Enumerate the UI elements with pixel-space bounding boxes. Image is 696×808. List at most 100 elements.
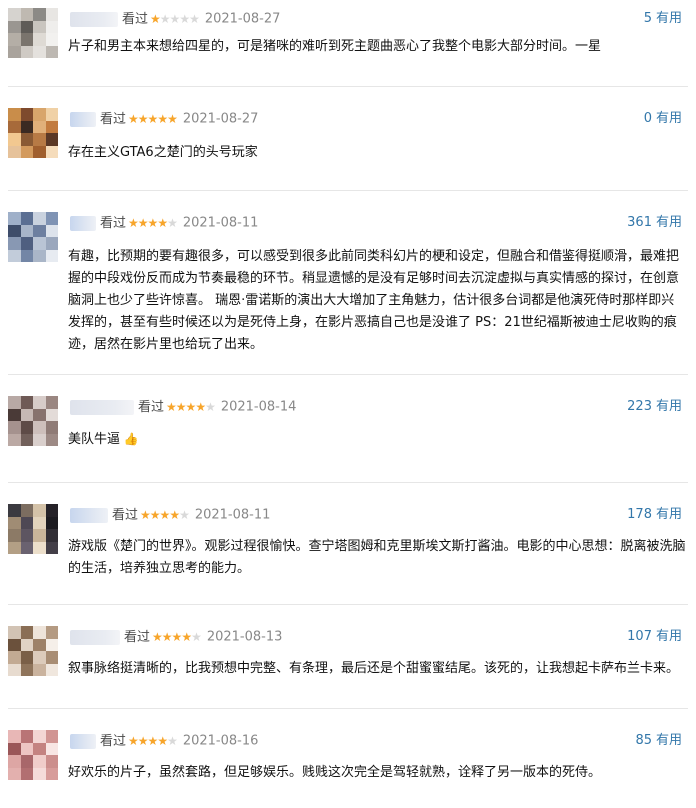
useful-button[interactable]: 有用: [656, 399, 682, 414]
review-content: 好欢乐的片子，虽然套路，但足够娱乐。贱贱这次完全是驾轻就熟，诠释了另一版本的死侍…: [68, 762, 686, 784]
review-content: 游戏版《楚门的世界》。观影过程很愉快。查宁塔图姆和克里斯埃文斯打酱油。电影的中心…: [68, 536, 686, 580]
avatar[interactable]: [8, 8, 58, 58]
star-icon: ★: [195, 400, 206, 414]
star-icon: ★: [128, 216, 139, 230]
star-icon: ★: [128, 734, 139, 748]
star-icon: ★: [191, 630, 202, 644]
rating-stars: ★★★★★: [150, 9, 200, 29]
star-icon: ★: [128, 112, 139, 126]
star-icon: ★: [149, 508, 161, 522]
vote-count: 5: [643, 11, 652, 26]
star-icon: ★: [157, 734, 168, 748]
vote-count: 0: [643, 111, 652, 126]
star-icon: ★: [147, 112, 159, 126]
vote-count: 107: [627, 629, 652, 644]
star-icon: ★: [169, 508, 180, 522]
useful-votes: 361 有用: [627, 213, 682, 233]
useful-button[interactable]: 有用: [656, 507, 682, 522]
review-meta: 看过 ★★★★★ 2021-08-16: [70, 731, 258, 751]
username-link[interactable]: [70, 507, 108, 523]
star-icon: ★: [161, 630, 173, 644]
vote-count: 178: [627, 507, 652, 522]
star-icon: ★: [167, 734, 178, 748]
avatar[interactable]: [8, 396, 58, 446]
useful-votes: 5 有用: [644, 9, 682, 29]
vote-count: 223: [627, 399, 652, 414]
review-content: 片子和男主本来想给四星的，可是猪咪的难听到死主题曲恶心了我整个电影大部分时间。一…: [68, 36, 686, 58]
star-icon: ★: [157, 216, 168, 230]
star-icon: ★: [181, 630, 192, 644]
star-icon: ★: [159, 12, 171, 26]
avatar[interactable]: [8, 108, 58, 158]
review-content: 存在主义GTA6之楚门的头号玩家: [68, 142, 686, 164]
review-date: 2021-08-14: [220, 399, 297, 415]
watched-status: 看过: [100, 111, 127, 127]
review-text: 有趣，比预期的要有趣很多，可以感受到很多此前同类科幻片的梗和设定，但融合和借鉴得…: [68, 249, 680, 352]
divider: [8, 604, 688, 605]
avatar[interactable]: [8, 730, 58, 780]
rating-stars: ★★★★★: [128, 213, 178, 233]
vote-count: 85: [635, 733, 652, 748]
watched-status: 看过: [100, 733, 127, 749]
review-date: 2021-08-27: [204, 11, 281, 27]
star-icon: ★: [179, 12, 190, 26]
star-icon: ★: [147, 734, 159, 748]
rating-stars: ★★★★★: [140, 505, 190, 525]
username-link[interactable]: [70, 629, 120, 645]
review-content: 美队牛逼 👍: [68, 428, 686, 451]
star-icon: ★: [167, 216, 178, 230]
review-text: 美队牛逼: [68, 432, 121, 447]
star-icon: ★: [157, 112, 168, 126]
avatar[interactable]: [8, 626, 58, 676]
star-icon: ★: [137, 734, 149, 748]
review-content: 叙事脉络挺清晰的，比我预想中完整、有条理，最后还是个甜蜜蜜结尾。该死的，让我想起…: [68, 658, 686, 680]
rating-stars: ★★★★★: [166, 397, 216, 417]
divider: [8, 374, 688, 375]
avatar[interactable]: [8, 212, 58, 262]
star-icon: ★: [147, 216, 159, 230]
username-link[interactable]: [70, 733, 96, 749]
review-text: 片子和男主本来想给四星的，可是猪咪的难听到死主题曲恶心了我整个电影大部分时间。一…: [68, 39, 602, 54]
rating-stars: ★★★★★: [128, 109, 178, 129]
star-icon: ★: [185, 400, 197, 414]
avatar[interactable]: [8, 504, 58, 554]
star-icon: ★: [171, 630, 183, 644]
username-link[interactable]: [70, 215, 96, 231]
review-text: 好欢乐的片子，虽然套路，但足够娱乐。贱贱这次完全是驾轻就熟，诠释了另一版本的死侍…: [68, 765, 602, 780]
star-icon: ★: [166, 400, 177, 414]
useful-button[interactable]: 有用: [656, 629, 682, 644]
useful-votes: 85 有用: [635, 731, 682, 751]
username-link[interactable]: [70, 11, 118, 27]
review-meta: 看过 ★★★★★ 2021-08-11: [70, 213, 258, 233]
useful-votes: 107 有用: [627, 627, 682, 647]
divider: [8, 190, 688, 191]
star-icon: ★: [205, 400, 216, 414]
star-icon: ★: [152, 630, 163, 644]
star-icon: ★: [137, 112, 149, 126]
review-text: 存在主义GTA6之楚门的头号玩家: [68, 145, 258, 160]
review-date: 2021-08-11: [194, 507, 271, 523]
review-meta: 看过 ★★★★★ 2021-08-14: [70, 397, 296, 417]
username-link[interactable]: [70, 111, 96, 127]
useful-votes: 0 有用: [644, 109, 682, 129]
star-icon: ★: [175, 400, 187, 414]
useful-votes: 223 有用: [627, 397, 682, 417]
useful-button[interactable]: 有用: [656, 111, 682, 126]
star-icon: ★: [137, 216, 149, 230]
star-icon: ★: [150, 12, 161, 26]
star-icon: ★: [179, 508, 190, 522]
divider: [8, 708, 688, 709]
useful-votes: 178 有用: [627, 505, 682, 525]
star-icon: ★: [167, 112, 178, 126]
useful-button[interactable]: 有用: [656, 733, 682, 748]
review-text: 叙事脉络挺清晰的，比我预想中完整、有条理，最后还是个甜蜜蜜结尾。该死的，让我想起…: [68, 661, 680, 676]
divider: [8, 86, 688, 87]
watched-status: 看过: [112, 507, 139, 523]
review-meta: 看过 ★★★★★ 2021-08-11: [70, 505, 270, 525]
useful-button[interactable]: 有用: [656, 11, 682, 26]
useful-button[interactable]: 有用: [656, 215, 682, 230]
divider: [8, 482, 688, 483]
username-link[interactable]: [70, 399, 134, 415]
watched-status: 看过: [122, 11, 149, 27]
watched-status: 看过: [100, 215, 127, 231]
